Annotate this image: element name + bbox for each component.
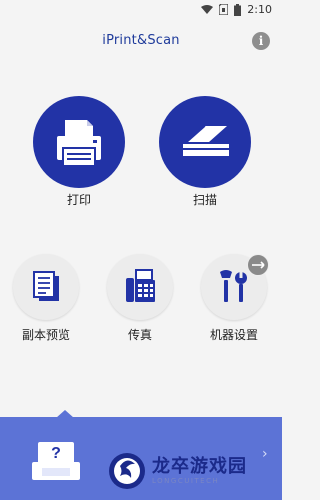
copy-preview-icon [33, 271, 59, 301]
battery-icon [234, 3, 242, 16]
device-status-glyph: ? [51, 445, 61, 462]
sim-card-icon [219, 4, 229, 15]
fax-label: 传真 [127, 328, 152, 342]
fax-button[interactable] [107, 254, 173, 320]
watermark-logo-icon [109, 453, 145, 489]
scan-button[interactable] [159, 96, 251, 188]
print-button[interactable] [33, 96, 125, 188]
cable-icon [252, 261, 265, 269]
status-icons: 2:10 [201, 3, 272, 16]
printer-icon [57, 120, 101, 167]
print-label: 打印 [66, 193, 91, 207]
device-status-icon: ? [32, 442, 80, 480]
chevron-right-icon[interactable]: › [262, 446, 268, 462]
status-bar: 2:10 [0, 0, 282, 19]
scan-label: 扫描 [192, 193, 217, 207]
fax-icon [126, 269, 155, 302]
watermark-subtitle: LONGCUITECH [152, 477, 220, 485]
wifi-icon [201, 4, 214, 14]
connection-badge [247, 254, 269, 276]
info-button[interactable]: i [252, 32, 270, 50]
copy-preview-label: 副本预览 [21, 328, 70, 342]
scanner-icon [183, 125, 229, 156]
machine-settings-label: 机器设置 [209, 328, 258, 342]
status-time: 2:10 [247, 3, 272, 16]
watermark-title: 龙卒游戏园 [152, 456, 247, 477]
watermark: 龙卒游戏园 LONGCUITECH [108, 452, 247, 490]
app-title: iPrint&Scan [102, 33, 180, 48]
copy-preview-button[interactable] [13, 254, 79, 320]
